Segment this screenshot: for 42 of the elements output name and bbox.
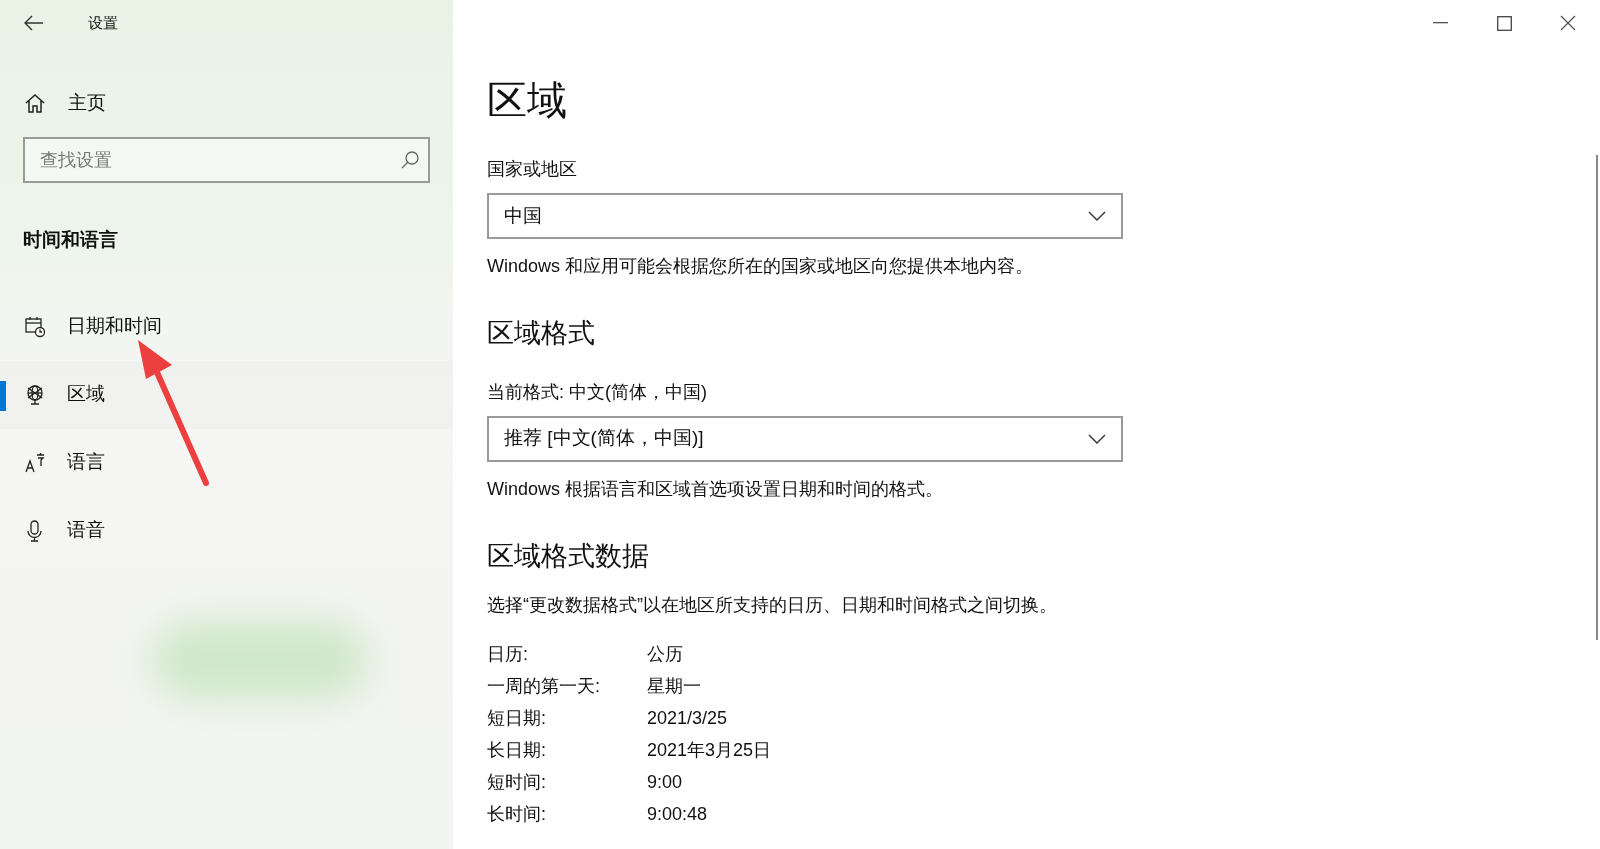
nav-item[interactable]: 语言 bbox=[0, 428, 453, 497]
data-label: 短时间: bbox=[487, 771, 547, 794]
description-text: Windows 和应用可能会根据您所在的国家或地区向您提供本地内容。 bbox=[487, 255, 1035, 278]
data-value: 9:00 bbox=[647, 771, 684, 794]
description-text: Windows 根据语言和区域首选项设置日期和时间的格式。 bbox=[487, 477, 945, 501]
window-title: 设置 bbox=[88, 12, 118, 33]
field-label: 国家或地区 bbox=[487, 158, 578, 181]
format-dropdown[interactable]: 推荐 [中文(简体，中国)] bbox=[487, 415, 1123, 462]
nav-item[interactable]: 区域 bbox=[0, 360, 453, 429]
data-label: 日历: bbox=[487, 643, 529, 666]
language-icon bbox=[24, 451, 46, 474]
nav-item[interactable]: 日期和时间 bbox=[0, 292, 453, 361]
page-title: 区域 bbox=[487, 77, 568, 124]
description-text: 选择“更改数据格式”以在地区所支持的日历、日期和时间格式之间切换。 bbox=[487, 594, 1058, 617]
section-heading: 区域格式数据 bbox=[487, 539, 650, 573]
field-label: 当前格式: 中文(简体，中国) bbox=[487, 380, 708, 404]
calendar-clock-icon bbox=[24, 315, 46, 338]
data-value: 9:00:48 bbox=[647, 803, 709, 826]
data-value: 2021年3月25日 bbox=[647, 739, 772, 762]
home-nav-item[interactable]: 主页 bbox=[0, 83, 453, 123]
section-heading: 区域格式 bbox=[487, 317, 596, 350]
search-icon bbox=[400, 150, 420, 170]
home-icon bbox=[24, 92, 46, 114]
section-heading: 时间和语言 bbox=[23, 228, 119, 252]
back-arrow-icon bbox=[24, 15, 44, 31]
data-label: 长时间: bbox=[487, 803, 547, 826]
chevron-down-icon bbox=[1088, 211, 1106, 221]
search-field[interactable]: 查找设置 bbox=[23, 137, 430, 183]
data-value: 2021/3/25 bbox=[647, 707, 729, 730]
data-label: 长日期: bbox=[487, 739, 547, 762]
globe-icon bbox=[24, 383, 46, 406]
data-label: 一周的第一天: bbox=[487, 675, 601, 698]
chevron-down-icon bbox=[1088, 433, 1106, 444]
data-value: 公历 bbox=[647, 643, 684, 666]
data-value: 星期一 bbox=[647, 675, 702, 698]
data-label: 短日期: bbox=[487, 707, 547, 730]
country-dropdown[interactable]: 中国 bbox=[487, 193, 1123, 239]
maximize-icon bbox=[1496, 15, 1512, 31]
minimize-icon bbox=[1432, 22, 1448, 24]
nav-item[interactable]: 语音 bbox=[0, 496, 453, 565]
selection-indicator bbox=[0, 380, 6, 411]
close-icon bbox=[1560, 15, 1576, 31]
